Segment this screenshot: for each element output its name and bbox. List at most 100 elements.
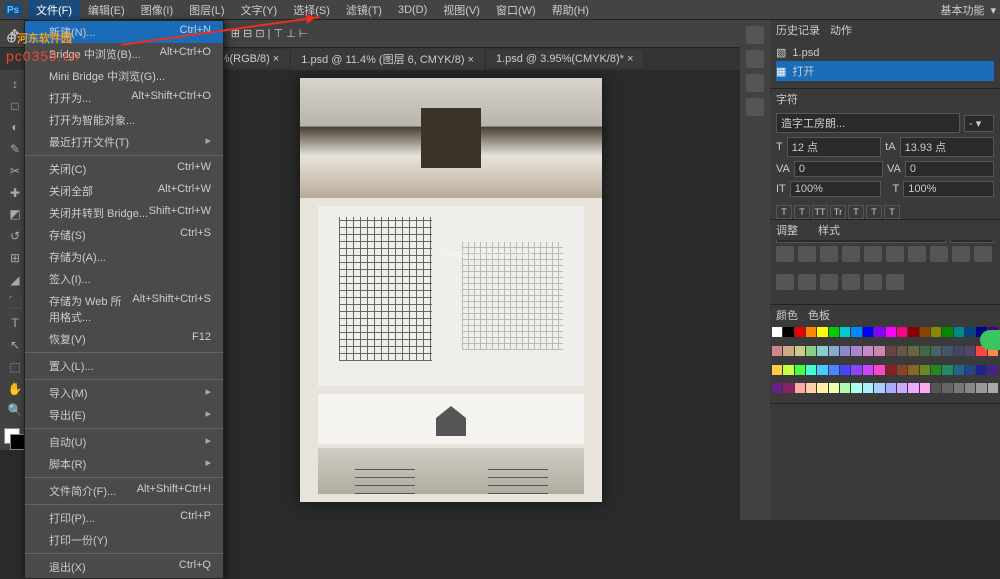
menu-item[interactable]: 退出(X)Ctrl+Q [25, 556, 223, 578]
menu-item[interactable]: 打印一份(Y) [25, 529, 223, 551]
menu-item[interactable]: 关闭全部Alt+Ctrl+W [25, 180, 223, 202]
color-swatch-cell[interactable] [772, 327, 782, 337]
color-swatch-cell[interactable] [795, 383, 805, 393]
menu-帮助[interactable]: 帮助(H) [544, 0, 597, 21]
color-swatch-cell[interactable] [920, 346, 930, 356]
menu-item[interactable]: 存储(S)Ctrl+S [25, 224, 223, 246]
color-swatch-cell[interactable] [863, 365, 873, 375]
color-swatch-cell[interactable] [965, 346, 975, 356]
color-swatch-cell[interactable] [795, 346, 805, 356]
color-swatch-cell[interactable] [806, 327, 816, 337]
adjustment-icon[interactable] [886, 274, 904, 290]
menu-item[interactable]: 存储为 Web 所用格式...Alt+Shift+Ctrl+S [25, 290, 223, 328]
color-swatch-cell[interactable] [783, 383, 793, 393]
color-swatch-cell[interactable] [783, 365, 793, 375]
color-swatch-cell[interactable] [988, 365, 998, 375]
color-swatch-cell[interactable] [851, 327, 861, 337]
menu-item[interactable]: 签入(I)... [25, 268, 223, 290]
color-swatch-cell[interactable] [874, 327, 884, 337]
color-swatch-cell[interactable] [897, 365, 907, 375]
color-swatch-cell[interactable] [840, 327, 850, 337]
adjustment-icon[interactable] [864, 274, 882, 290]
color-swatch-cell[interactable] [942, 383, 952, 393]
history-state[interactable]: ▦ 打开 [776, 61, 994, 81]
tab-history[interactable]: 历史记录 [776, 22, 820, 38]
menu-item[interactable]: 关闭并转到 Bridge...Shift+Ctrl+W [25, 202, 223, 224]
menu-3d[interactable]: 3D(D) [390, 1, 435, 19]
color-swatch-cell[interactable] [863, 383, 873, 393]
menu-item[interactable]: 导入(M) [25, 382, 223, 404]
color-swatch-cell[interactable] [897, 346, 907, 356]
type-style-btn[interactable]: T [884, 205, 900, 219]
adjustment-icon[interactable] [952, 246, 970, 262]
menu-item[interactable]: Mini Bridge 中浏览(G)... [25, 65, 223, 87]
color-swatch-cell[interactable] [965, 383, 975, 393]
color-swatch-cell[interactable] [772, 346, 782, 356]
color-swatch-cell[interactable] [886, 365, 896, 375]
color-swatch-cell[interactable] [806, 346, 816, 356]
menu-item[interactable]: 关闭(C)Ctrl+W [25, 158, 223, 180]
font-family-select[interactable]: 造字工房朗... [776, 113, 960, 133]
tab-character[interactable]: 字符 [776, 91, 798, 107]
color-swatch-cell[interactable] [772, 365, 782, 375]
color-swatch-cell[interactable] [772, 383, 782, 393]
menu-item[interactable]: 脚本(R) [25, 453, 223, 475]
tab-adjustments[interactable]: 调整 [776, 222, 798, 238]
document-canvas[interactable] [300, 78, 602, 502]
document-tab[interactable]: 1.psd @ 3.95%(CMYK/8)* × [486, 50, 643, 68]
menu-item[interactable]: 恢复(V)F12 [25, 328, 223, 350]
color-swatch-cell[interactable] [840, 365, 850, 375]
color-swatch-cell[interactable] [851, 346, 861, 356]
adjustment-icon[interactable] [886, 246, 904, 262]
color-swatch-cell[interactable] [931, 327, 941, 337]
type-style-btn[interactable]: T [776, 205, 792, 219]
type-style-btn[interactable]: Tr [830, 205, 846, 219]
tab-actions[interactable]: 动作 [830, 22, 852, 38]
tab-swatches[interactable]: 色板 [808, 307, 830, 323]
adjustment-icon[interactable] [864, 246, 882, 262]
color-swatch-cell[interactable] [851, 365, 861, 375]
menu-item[interactable]: 置入(L)... [25, 355, 223, 377]
color-swatch-cell[interactable] [886, 383, 896, 393]
menu-滤镜[interactable]: 滤镜(T) [338, 0, 390, 21]
adjustment-icon[interactable] [820, 274, 838, 290]
color-swatch-cell[interactable] [817, 383, 827, 393]
color-swatch-cell[interactable] [920, 383, 930, 393]
history-snapshot[interactable]: ▧ 1.psd [776, 44, 994, 61]
color-swatch-cell[interactable] [863, 327, 873, 337]
menu-item[interactable]: 存储为(A)... [25, 246, 223, 268]
color-swatch-cell[interactable] [806, 365, 816, 375]
menu-item[interactable]: 打开为智能对象... [25, 109, 223, 131]
color-swatch-cell[interactable] [908, 383, 918, 393]
adjustment-icon[interactable] [974, 246, 992, 262]
color-swatch-cell[interactable] [851, 383, 861, 393]
color-swatch-cell[interactable] [942, 346, 952, 356]
color-swatch-cell[interactable] [931, 346, 941, 356]
color-swatch-cell[interactable] [908, 365, 918, 375]
color-swatch-cell[interactable] [840, 383, 850, 393]
color-swatch-cell[interactable] [829, 327, 839, 337]
adjustment-icon[interactable] [776, 274, 794, 290]
color-swatch-cell[interactable] [829, 365, 839, 375]
menu-窗口[interactable]: 窗口(W) [488, 0, 544, 21]
menu-图像[interactable]: 图像(I) [133, 0, 181, 21]
color-swatch-cell[interactable] [806, 383, 816, 393]
color-swatch-cell[interactable] [783, 327, 793, 337]
menu-文件[interactable]: 文件(F) [28, 0, 80, 21]
color-swatch-cell[interactable] [897, 327, 907, 337]
color-swatch-cell[interactable] [795, 365, 805, 375]
menu-视图[interactable]: 视图(V) [435, 0, 488, 21]
color-swatch-cell[interactable] [874, 383, 884, 393]
color-swatch-cell[interactable] [863, 346, 873, 356]
menu-item[interactable]: 导出(E) [25, 404, 223, 426]
menu-编辑[interactable]: 编辑(E) [80, 0, 133, 21]
menu-图层[interactable]: 图层(L) [181, 0, 232, 21]
color-swatch-cell[interactable] [954, 346, 964, 356]
menu-文字[interactable]: 文字(Y) [233, 0, 286, 21]
color-swatch-cell[interactable] [965, 365, 975, 375]
type-style-btn[interactable]: TT [812, 205, 828, 219]
menu-item[interactable]: 文件简介(F)...Alt+Shift+Ctrl+I [25, 480, 223, 502]
adjustment-icon[interactable] [908, 246, 926, 262]
color-swatch-cell[interactable] [920, 327, 930, 337]
adjustment-icon[interactable] [842, 246, 860, 262]
